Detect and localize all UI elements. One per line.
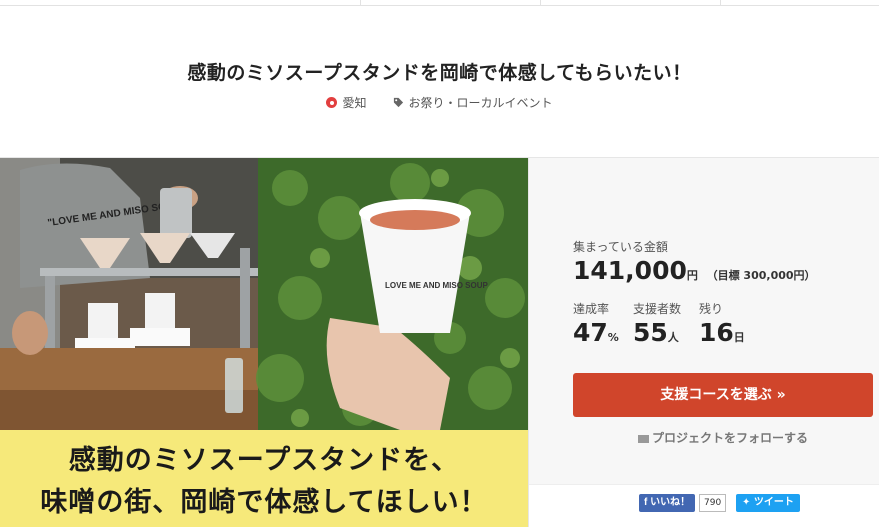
top-nav-bar: [0, 0, 879, 6]
project-title: 感動のミソスープスタンドを岡崎で体感してもらいたい！: [187, 62, 692, 84]
funds-unit: 円: [686, 269, 698, 282]
goal-text: （目標 300,000円）: [706, 269, 816, 282]
mail-icon: [637, 434, 649, 443]
banner-line-1: 感動のミソスープスタンドを、: [68, 445, 460, 476]
funds-amount: 141,000円 （目標 300,000円）: [573, 256, 816, 285]
funds-value: 141,000: [573, 256, 687, 285]
follow-label: プロジェクトをフォローする: [651, 431, 808, 445]
cup-print: LOVE ME AND MISO SOUP: [385, 281, 488, 290]
banner-line-2: 味噌の街、岡崎で体感してほしい！: [40, 487, 488, 518]
supporters-stat: 55人: [633, 318, 679, 347]
facebook-like-button[interactable]: f いいね！: [639, 494, 696, 512]
rate-unit: %: [607, 331, 619, 344]
stats-panel: 集まっている金額 141,000円 （目標 300,000円） 達成率 47% …: [528, 158, 879, 527]
tag-icon: [393, 97, 403, 108]
location-label: 愛知: [342, 96, 367, 110]
tweet-button[interactable]: ✦ ツイート: [736, 494, 800, 512]
rate-label: 達成率: [573, 302, 610, 316]
map-pin-icon: [326, 97, 338, 108]
remaining-label: 残り: [699, 302, 724, 316]
hero-banner: 感動のミソスープスタンドを、 味噌の街、岡崎で体感してほしい！: [0, 430, 528, 527]
funds-label: 集まっている金額: [573, 240, 668, 254]
nav-separator: [360, 0, 361, 6]
category-label: お祭り・ローカルイベント: [408, 96, 553, 110]
like-label: いいね！: [650, 497, 691, 508]
social-bar: f いいね！ 790 ✦ ツイート: [529, 484, 879, 527]
remaining-unit: 日: [733, 331, 745, 344]
project-meta: 愛知 お祭り・ローカルイベント: [0, 94, 879, 111]
supporters-label: 支援者数: [633, 302, 682, 316]
hero-image: "LOVE ME AND MISO SOUP" LOVE ME AND MISO…: [0, 158, 528, 527]
follow-project-link[interactable]: プロジェクトをフォローする: [573, 429, 873, 446]
tweet-label: ツイート: [753, 497, 794, 508]
twitter-bird-icon: ✦: [742, 497, 754, 508]
like-count: 790: [699, 494, 727, 512]
category-link[interactable]: お祭り・ローカルイベント: [393, 94, 553, 111]
remaining-value: 16: [699, 318, 734, 347]
supporters-unit: 人: [667, 331, 679, 344]
rate-stat: 47%: [573, 318, 619, 347]
rate-value: 47: [573, 318, 608, 347]
remaining-stat: 16日: [699, 318, 745, 347]
location-link[interactable]: 愛知: [326, 94, 367, 111]
nav-separator: [720, 0, 721, 6]
support-course-button[interactable]: 支援コースを選ぶ »: [573, 373, 873, 417]
nav-separator: [540, 0, 541, 6]
supporters-value: 55: [633, 318, 668, 347]
